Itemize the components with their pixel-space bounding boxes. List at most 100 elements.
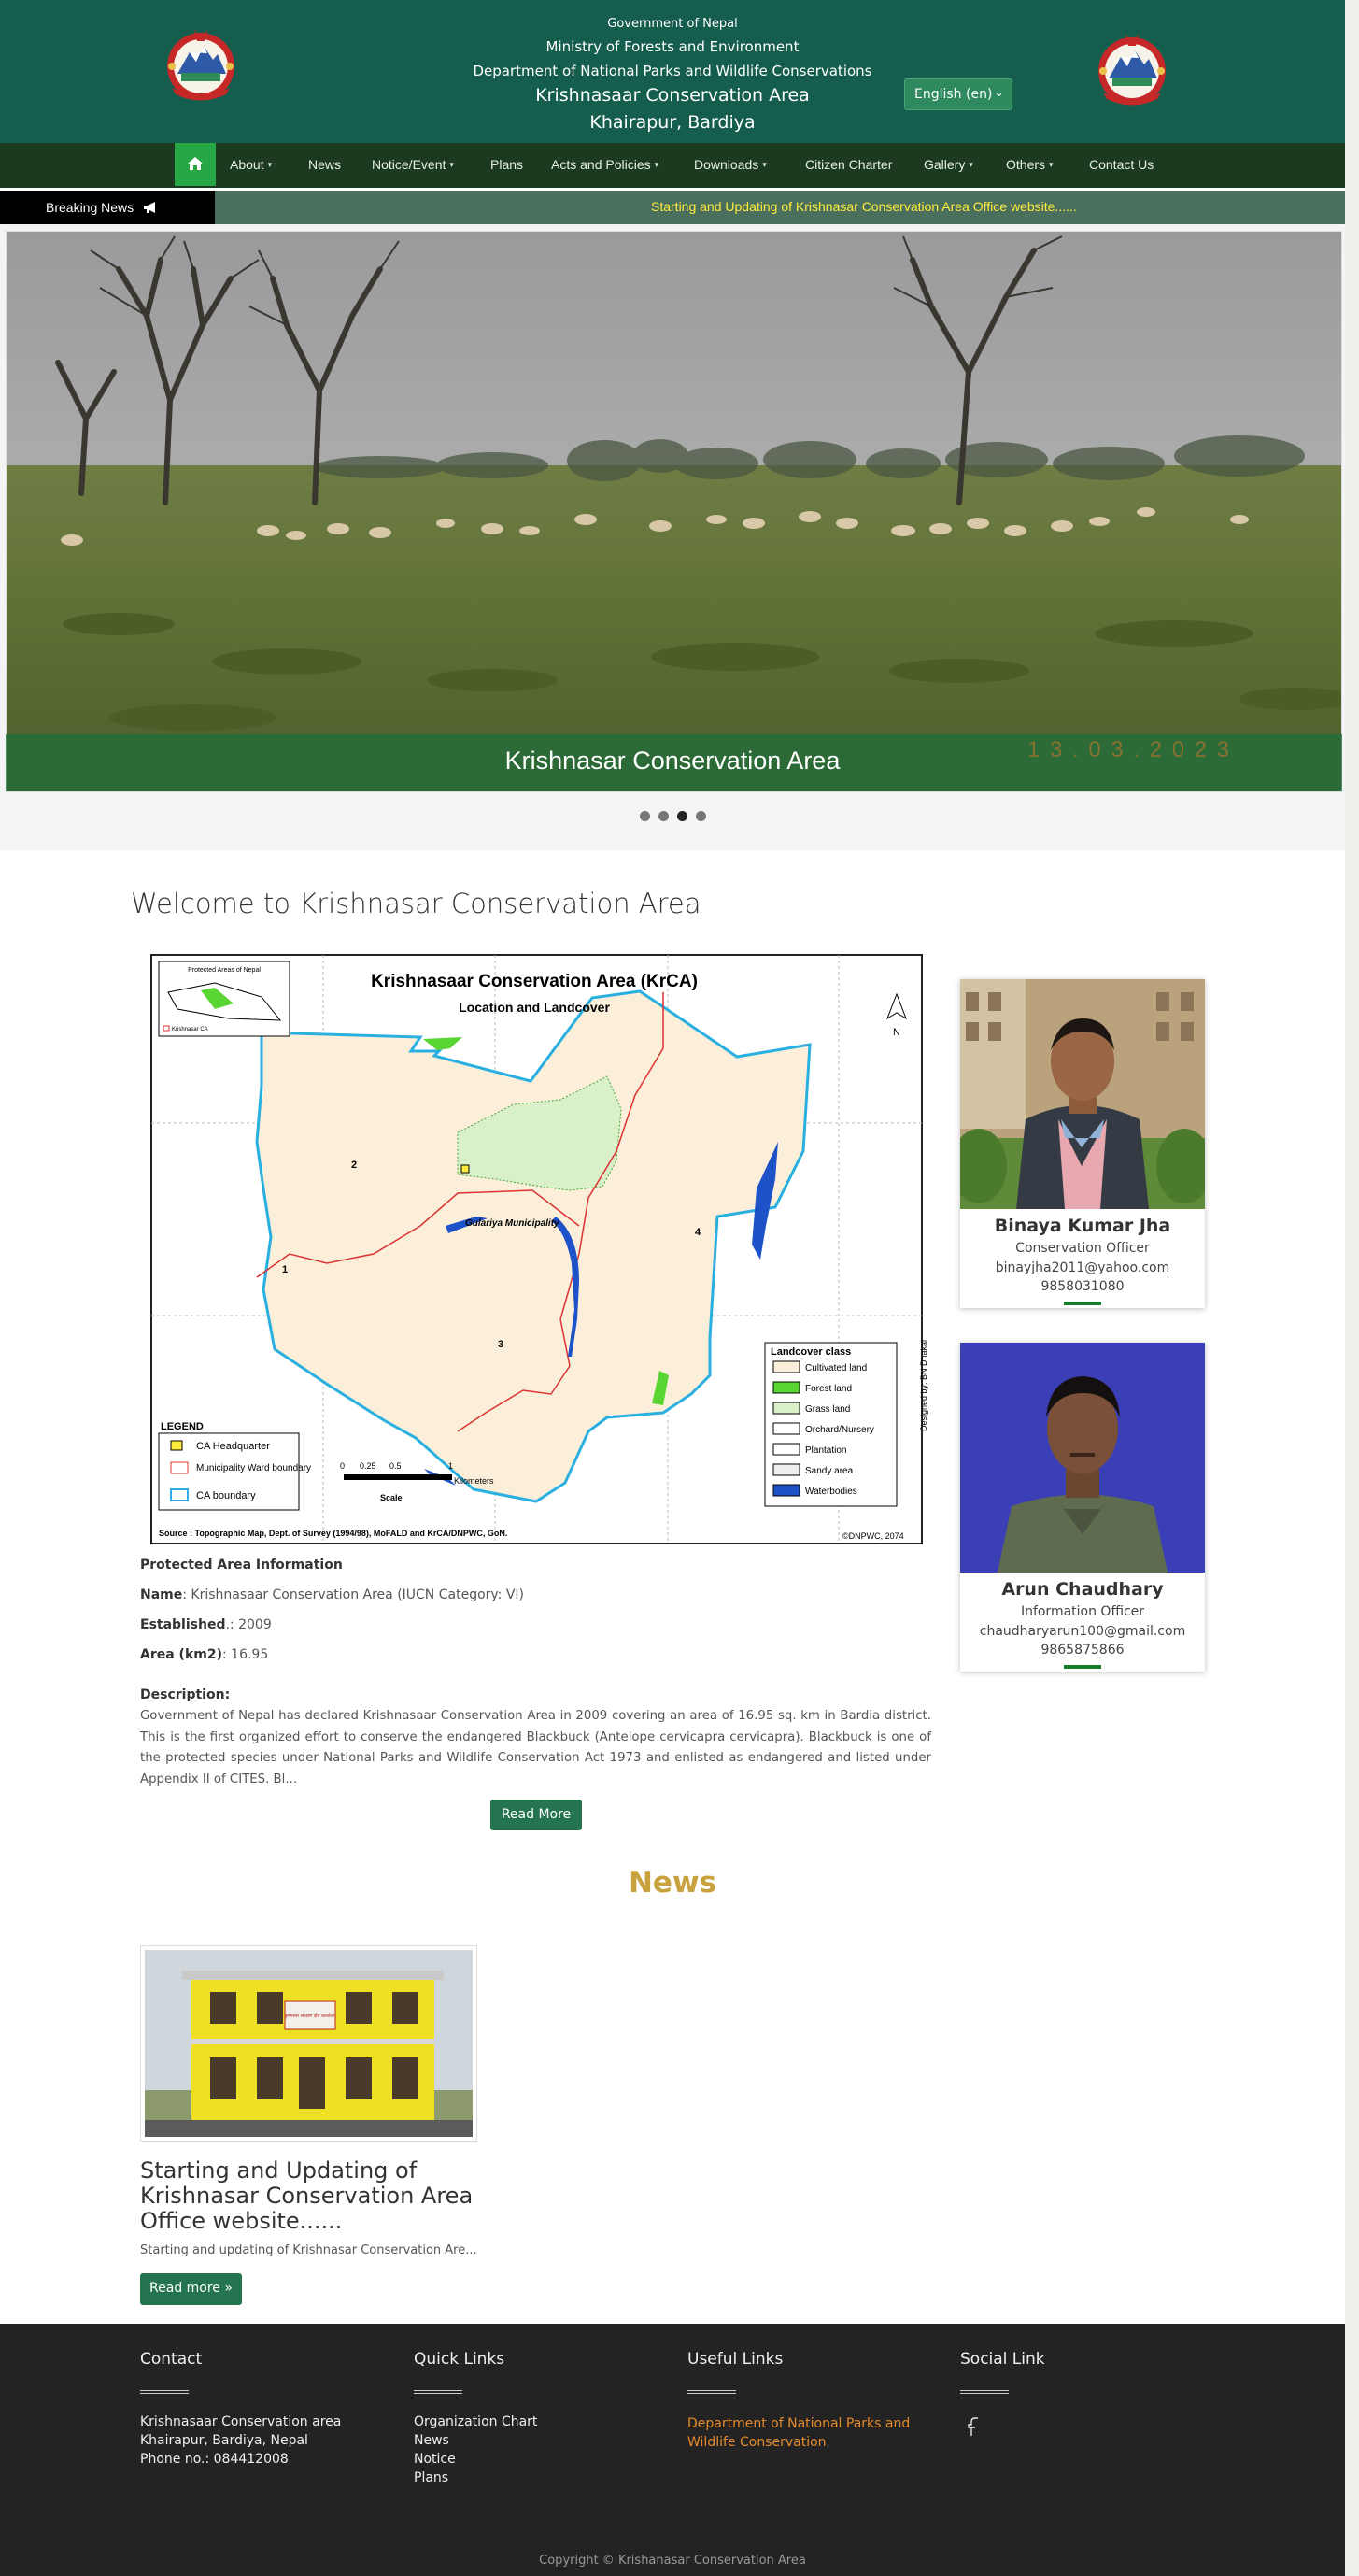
map-legend-item: Municipality Ward boundary bbox=[196, 1463, 311, 1473]
read-more-button[interactable]: Read More bbox=[490, 1800, 582, 1830]
footer-link-news[interactable]: News bbox=[414, 2433, 449, 2448]
staff-card: Binaya Kumar Jha Conservation Officer bi… bbox=[960, 979, 1205, 1308]
map-scale-tick: 0.5 bbox=[389, 1461, 402, 1471]
pa-established-value: .: 2009 bbox=[225, 1617, 272, 1632]
staff-phone: 9858031080 bbox=[1040, 1279, 1125, 1294]
footer-link-notice[interactable]: Notice bbox=[414, 2452, 456, 2467]
pa-description-label: Description: bbox=[140, 1687, 231, 1702]
map-landcover-item: Forest land bbox=[805, 1384, 852, 1394]
map-ward-1: 1 bbox=[282, 1264, 288, 1275]
nav-item-label: Acts and Policies bbox=[551, 157, 651, 172]
blackbuck-grassland-photo bbox=[7, 232, 1341, 791]
staff-role: Conservation Officer bbox=[1015, 1241, 1150, 1256]
hero-date-stamp: 1 3 . 0 3 . 2 0 2 3 bbox=[1027, 737, 1232, 762]
hero-caption: Krishnasar Conservation Area bbox=[504, 747, 841, 775]
footer-copyright: Copyright © Krishanasar Conservation Are… bbox=[539, 2554, 806, 2568]
chevron-down-icon: ⌄ bbox=[994, 86, 1004, 100]
chevron-down-icon: ▾ bbox=[449, 160, 454, 169]
carousel-indicator[interactable] bbox=[658, 811, 669, 821]
map-landcover-item: Sandy area bbox=[805, 1466, 854, 1476]
nav-item-label: Citizen Charter bbox=[805, 157, 893, 172]
map-subtitle: Location and Landcover bbox=[459, 1000, 610, 1015]
pa-name-value: : Krishnasaar Conservation Area (IUCN Ca… bbox=[182, 1587, 524, 1602]
breaking-news-item[interactable]: Starting and Updating of Krishnasar Cons… bbox=[651, 199, 1077, 214]
protected-area-heading: Protected Area Information bbox=[140, 1558, 343, 1573]
footer-link-dnpwc[interactable]: Department of National Parks and Wildlif… bbox=[687, 2414, 921, 2452]
chevron-down-icon: ▾ bbox=[654, 160, 659, 169]
nepal-emblem-right bbox=[1098, 35, 1166, 106]
map-legend-item: CA Headquarter bbox=[196, 1441, 270, 1452]
map-source: Source : Topographic Map, Dept. of Surve… bbox=[159, 1529, 507, 1538]
news-snippet: Starting and updating of Krishnasar Cons… bbox=[140, 2243, 477, 2257]
nav-item-citizen-charter[interactable]: Citizen Charter bbox=[805, 157, 892, 172]
language-select-value: English (en) bbox=[914, 87, 993, 102]
nav-item-notice-event[interactable]: Notice/Event ▾ bbox=[372, 157, 454, 172]
map-scale-label: Scale bbox=[380, 1493, 403, 1502]
nav-item-acts-policies[interactable]: Acts and Policies ▾ bbox=[551, 157, 658, 172]
news-section-title: News bbox=[628, 1866, 717, 1900]
landcover-map: 2 1 3 4 Gulariya Municipality Krishnasaa… bbox=[140, 946, 930, 1554]
chevron-down-icon: ▾ bbox=[762, 160, 767, 169]
staff-name: Arun Chaudhary bbox=[1001, 1579, 1164, 1600]
nav-item-plans[interactable]: Plans bbox=[490, 157, 523, 172]
news-read-more-button[interactable]: Read more » bbox=[140, 2273, 242, 2305]
page: Government of Nepal Ministry of Forests … bbox=[0, 0, 1359, 2576]
nav-item-label: Downloads bbox=[694, 157, 759, 172]
map-north-label: N bbox=[893, 1027, 900, 1038]
footer-quick-links-title: Quick Links bbox=[414, 2350, 505, 2369]
card-divider bbox=[1064, 1302, 1101, 1305]
staff-card: Arun Chaudhary Information Officer chaud… bbox=[960, 1343, 1205, 1672]
nav-home-button[interactable] bbox=[175, 143, 216, 186]
language-select[interactable]: English (en) ⌄ bbox=[904, 78, 1012, 110]
header-ministry: Ministry of Forests and Environment bbox=[545, 38, 800, 55]
breaking-news-label: Breaking News bbox=[0, 191, 215, 224]
header-department: Department of National Parks and Wildlif… bbox=[473, 63, 872, 79]
footer-link-organization-chart[interactable]: Organization Chart bbox=[414, 2414, 537, 2429]
news-thumbnail[interactable]: कृष्णसार संरक्षण क्षेत्र कार्यालय bbox=[140, 1945, 477, 2142]
pa-area-label: Area (km2) bbox=[140, 1647, 222, 1662]
nav-item-news[interactable]: News bbox=[308, 157, 341, 172]
map-scale-tick: 0 bbox=[340, 1461, 345, 1471]
nav-item-others[interactable]: Others ▾ bbox=[1006, 157, 1054, 172]
staff-email[interactable]: chaudharyarun100@gmail.com bbox=[960, 1624, 1205, 1639]
hero-slide-image bbox=[6, 231, 1342, 792]
staff-email[interactable]: binayjha2011@yahoo.com bbox=[960, 1260, 1205, 1275]
staff-photo bbox=[960, 1343, 1205, 1573]
nav-item-gallery[interactable]: Gallery ▾ bbox=[924, 157, 973, 172]
nav-item-label: Others bbox=[1006, 157, 1046, 172]
facebook-icon[interactable] bbox=[968, 2416, 979, 2437]
nav-item-contact-us[interactable]: Contact Us bbox=[1089, 157, 1154, 172]
nav-item-downloads[interactable]: Downloads ▾ bbox=[694, 157, 767, 172]
megaphone-icon bbox=[144, 202, 156, 213]
footer-divider bbox=[414, 2390, 462, 2394]
footer-useful-links-title: Useful Links bbox=[687, 2350, 784, 2369]
page-scrollbar[interactable] bbox=[1345, 0, 1359, 2576]
staff-photo bbox=[960, 979, 1205, 1209]
footer-link-plans[interactable]: Plans bbox=[414, 2470, 448, 2485]
news-headline[interactable]: Starting and Updating of Krishnasar Cons… bbox=[140, 2158, 495, 2234]
chevron-down-icon: ▾ bbox=[969, 160, 973, 169]
nav-item-about[interactable]: About ▾ bbox=[230, 157, 272, 172]
welcome-title: Welcome to Krishnasar Conservation Area bbox=[131, 888, 701, 919]
map-landcover-item: Grass land bbox=[805, 1404, 850, 1415]
card-divider bbox=[1064, 1665, 1101, 1669]
pa-name-row: Name: Krishnasaar Conservation Area (IUC… bbox=[140, 1587, 524, 1602]
home-icon bbox=[188, 157, 203, 170]
nav-item-label: Notice/Event bbox=[372, 157, 446, 172]
nepal-emblem-left bbox=[167, 30, 234, 101]
footer-contact-line: Khairapur, Bardiya, Nepal bbox=[140, 2433, 308, 2448]
map-landcover-title: Landcover class bbox=[771, 1346, 851, 1358]
pa-name-label: Name bbox=[140, 1587, 183, 1602]
nav-item-label: Gallery bbox=[924, 157, 966, 172]
map-legend-title: LEGEND bbox=[161, 1421, 204, 1432]
nav-item-label: About bbox=[230, 157, 264, 172]
carousel-indicator-active[interactable] bbox=[677, 811, 687, 821]
carousel-indicator[interactable] bbox=[640, 811, 650, 821]
building-sign-text: कृष्णसार संरक्षण क्षेत्र कार्यालय bbox=[284, 2013, 335, 2019]
staff-phone: 9865875866 bbox=[1040, 1643, 1125, 1658]
footer-contact-title: Contact bbox=[140, 2350, 203, 2369]
map-inset-label: Krishnasar CA bbox=[172, 1027, 208, 1032]
map-scale-tick: 0.25 bbox=[360, 1461, 376, 1471]
carousel-indicator[interactable] bbox=[696, 811, 706, 821]
map-landcover-item: Cultivated land bbox=[805, 1363, 867, 1373]
